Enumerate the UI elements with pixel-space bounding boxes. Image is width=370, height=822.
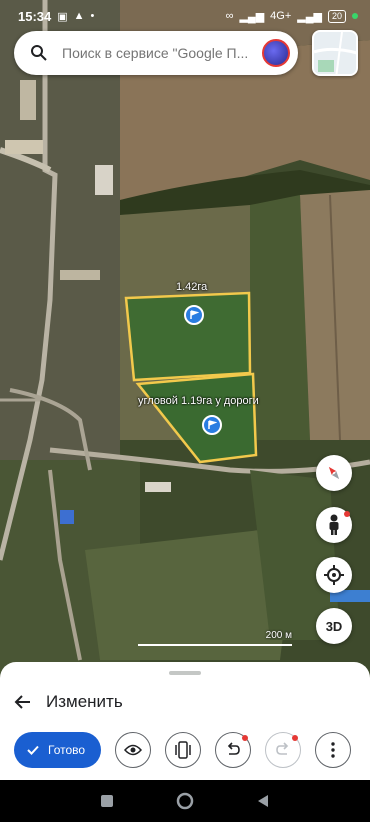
scale-label: 200 м — [265, 630, 292, 641]
pegman-icon — [329, 514, 339, 535]
battery-icon: 20 — [327, 9, 346, 23]
avatar[interactable] — [262, 39, 290, 67]
visibility-button[interactable] — [115, 732, 152, 768]
satellite-imagery — [0, 0, 370, 700]
more-vert-icon — [331, 742, 335, 758]
status-bar: 15:34 ▣ ▲ • ∞ ▂▄▆ 4G+ ▂▄▆ 20 — [0, 0, 370, 32]
more-options-button[interactable] — [315, 732, 352, 768]
back-arrow-icon[interactable] — [14, 693, 32, 711]
dot-icon: • — [90, 10, 95, 22]
field-label[interactable]: угловой 1.19га у дороги — [138, 395, 259, 407]
notification-dot — [344, 511, 350, 517]
undo-icon — [227, 742, 240, 755]
map-layers-button[interactable] — [312, 30, 358, 76]
map-view[interactable]: 1.42га угловой 1.19га у дороги 200 м — [0, 0, 370, 700]
message-icon: ▣ — [57, 10, 68, 23]
system-nav-bar — [0, 780, 370, 822]
signal-icon: ▂▄▆ — [239, 10, 265, 23]
eye-icon — [124, 744, 143, 756]
edit-sheet: Изменить Готово — [0, 662, 370, 780]
home-icon[interactable] — [176, 792, 194, 810]
map-thumbnail-icon — [314, 32, 356, 74]
street-view-button[interactable] — [316, 507, 352, 543]
phone-icon — [175, 741, 191, 759]
signal-icon: ▂▄▆ — [297, 10, 322, 23]
crosshair-icon — [324, 565, 344, 585]
back-icon[interactable] — [256, 794, 270, 808]
status-time: 15:34 — [18, 8, 52, 24]
3d-label: 3D — [325, 618, 343, 634]
sheet-title: Изменить — [46, 692, 123, 711]
compass-icon — [328, 466, 340, 480]
flag-pin-icon[interactable] — [184, 305, 204, 325]
notification-dot — [242, 735, 249, 741]
network-type: 4G+ — [270, 10, 292, 22]
privacy-dot-icon — [352, 13, 358, 19]
link-icon: ∞ — [225, 10, 234, 22]
redo-icon — [276, 742, 289, 755]
done-button[interactable]: Готово — [14, 732, 102, 768]
field-label[interactable]: 1.42га — [176, 281, 207, 293]
undo-button[interactable] — [215, 732, 252, 768]
notification-dot — [292, 735, 299, 741]
compass-button[interactable] — [316, 455, 352, 491]
edit-toolbar: Готово — [14, 732, 352, 768]
warning-icon: ▲ — [73, 10, 85, 22]
done-label: Готово — [48, 743, 86, 757]
flag-pin-icon[interactable] — [202, 415, 222, 435]
scale-bar: 200 м — [138, 630, 292, 646]
search-input[interactable] — [62, 45, 262, 61]
3d-toggle-button[interactable]: 3D — [316, 608, 352, 644]
drag-handle[interactable] — [169, 671, 201, 675]
device-view-button[interactable] — [165, 732, 202, 768]
redo-button[interactable] — [265, 732, 302, 768]
search-icon — [31, 45, 47, 61]
check-icon — [27, 745, 39, 755]
my-location-button[interactable] — [316, 557, 352, 593]
search-bar[interactable] — [14, 31, 298, 75]
recents-icon[interactable] — [100, 794, 114, 808]
